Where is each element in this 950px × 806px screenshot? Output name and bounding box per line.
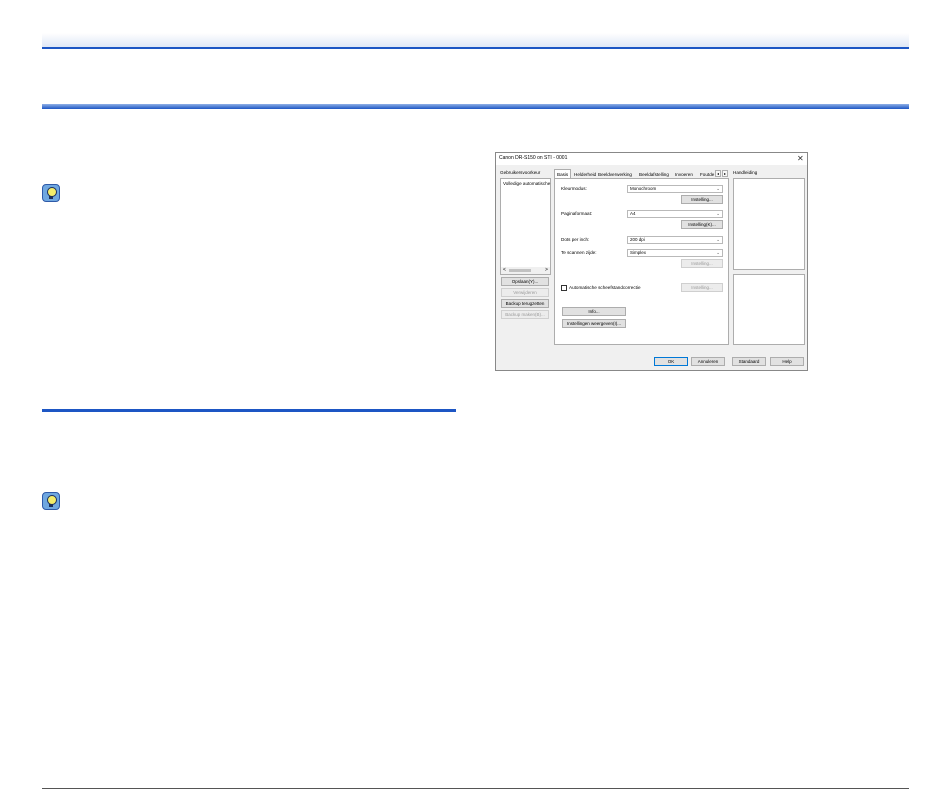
deskew-checkbox[interactable]: [561, 285, 567, 291]
create-backup-button[interactable]: Backup maken(B)...: [501, 310, 549, 319]
color-mode-value: Monochroom: [630, 186, 657, 191]
scan-side-select[interactable]: Simplex ⌄: [627, 249, 723, 257]
close-icon[interactable]: ✕: [797, 153, 804, 165]
dialog-titlebar: Canon DR-S150 on STI - 0001 ✕: [496, 153, 807, 165]
color-settings-button[interactable]: Instelling...: [681, 195, 723, 204]
tab-feeding[interactable]: Invoeren: [675, 172, 693, 177]
tab-scroll-left-icon[interactable]: ◂: [715, 170, 721, 177]
ok-button[interactable]: OK: [654, 357, 688, 366]
help-button[interactable]: Help: [770, 357, 804, 366]
chevron-down-icon: ⌄: [716, 250, 720, 255]
dpi-label: Dots per inch:: [561, 237, 590, 242]
page-size-value: A4: [630, 211, 636, 216]
scan-side-label: Te scannen zijde:: [561, 250, 597, 255]
user-settings-label: Gebruikersvoorkeur: [500, 170, 541, 175]
footer-rule: [42, 788, 909, 789]
page-size-settings-button[interactable]: Instelling(K)...: [681, 220, 723, 229]
user-settings-list[interactable]: Volledige automatische < >: [500, 178, 551, 275]
deskew-label: Automatische scheefstandcorrectie: [569, 285, 641, 290]
section-divider: [42, 104, 909, 109]
scroll-left-icon[interactable]: <: [503, 267, 506, 273]
chevron-down-icon: ⌄: [716, 237, 720, 242]
dialog-title: Canon DR-S150 on STI - 0001: [499, 155, 568, 161]
scanner-settings-dialog: Canon DR-S150 on STI - 0001 ✕ Gebruikers…: [495, 152, 808, 371]
dpi-select[interactable]: 200 dpi ⌄: [627, 236, 723, 244]
scan-side-settings-button[interactable]: Instelling...: [681, 259, 723, 268]
save-button[interactable]: Opslaan(Y)...: [501, 277, 549, 286]
dpi-value: 200 dpi: [630, 237, 645, 242]
header-band: [42, 33, 909, 49]
color-mode-select[interactable]: Monochroom ⌄: [627, 185, 723, 193]
tab-brightness[interactable]: Helderheid: [574, 172, 596, 177]
tab-image-adjustment[interactable]: Beeldafstelling: [639, 172, 669, 177]
tab-scroll-right-icon[interactable]: ▸: [722, 170, 728, 177]
tab-label: Basis: [557, 172, 569, 177]
tab-image-processing[interactable]: Beeldverwerking: [598, 172, 632, 177]
info-button[interactable]: Info...: [562, 307, 626, 316]
deskew-settings-button[interactable]: Instelling...: [681, 283, 723, 292]
subsection-divider: [42, 409, 456, 412]
basic-tab-panel: Kleurmodus: Monochroom ⌄ Instelling... P…: [554, 178, 729, 345]
description-panel: [733, 274, 805, 345]
scan-side-value: Simplex: [630, 250, 647, 255]
scrollbar-thumb[interactable]: [509, 269, 531, 272]
hint-icon: [42, 492, 60, 510]
page-size-label: Paginaformaat:: [561, 211, 593, 216]
hint-icon: [42, 184, 60, 202]
show-settings-button[interactable]: Instellingen weergeven(I)...: [562, 319, 626, 328]
manual-label: Handleiding: [733, 170, 758, 175]
color-mode-label: Kleurmodus:: [561, 186, 587, 191]
page-size-select[interactable]: A4 ⌄: [627, 210, 723, 218]
default-button[interactable]: Standaard: [732, 357, 766, 366]
cancel-button[interactable]: Annuleren: [691, 357, 725, 366]
list-item[interactable]: Volledige automatische: [503, 181, 550, 186]
tab-errors[interactable]: Foutde: [700, 172, 714, 177]
delete-button[interactable]: Verwijderen: [501, 288, 549, 297]
preview-panel: [733, 178, 805, 270]
restore-backup-button[interactable]: Backup terugzetten: [501, 299, 549, 308]
scroll-right-icon[interactable]: >: [545, 267, 548, 273]
chevron-down-icon: ⌄: [716, 211, 720, 216]
horizontal-scrollbar[interactable]: < >: [501, 267, 550, 274]
chevron-down-icon: ⌄: [716, 186, 720, 191]
